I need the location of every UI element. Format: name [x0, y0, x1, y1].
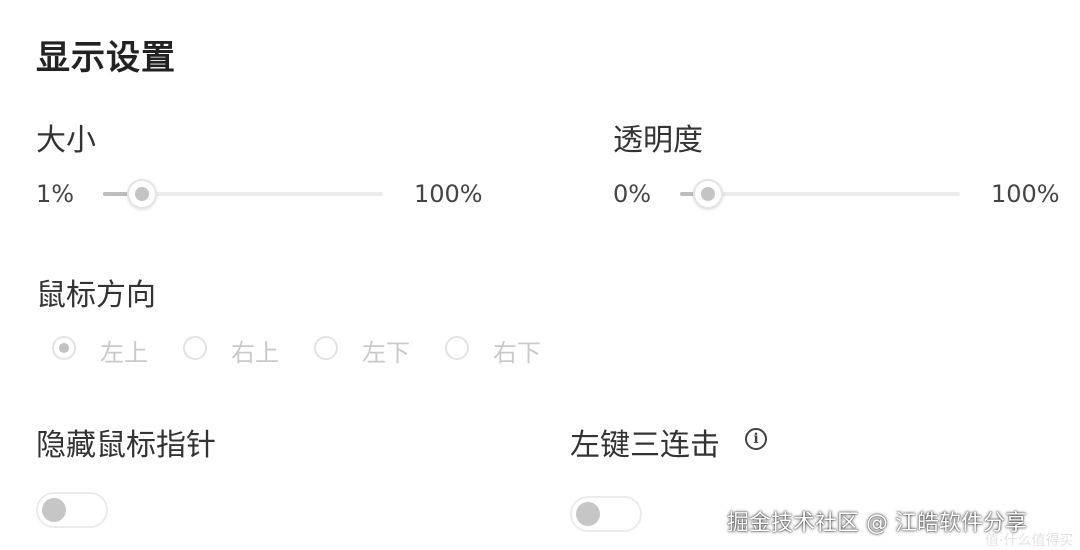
size-min-label: 1% — [36, 180, 75, 208]
opacity-min-label: 0% — [613, 180, 652, 208]
radio-bottom-left[interactable] — [314, 336, 338, 360]
radio-top-left[interactable] — [52, 336, 76, 360]
watermark-subtext: 值·什么值得买 — [985, 533, 1074, 549]
radio-label-bottom-left[interactable]: 左下 — [362, 333, 410, 368]
hide-cursor-switch-knob — [42, 498, 66, 522]
radio-label-top-left[interactable]: 左上 — [100, 333, 148, 368]
triple-click-switch-knob — [576, 502, 600, 526]
hide-cursor-switch[interactable] — [36, 492, 108, 528]
opacity-slider-thumb[interactable] — [693, 179, 723, 209]
size-label: 大小 — [36, 123, 96, 158]
triple-click-switch[interactable] — [570, 496, 642, 532]
size-slider-thumb[interactable] — [127, 179, 158, 209]
cursor-direction-label: 鼠标方向 — [36, 278, 156, 313]
opacity-max-label: 100% — [991, 180, 1060, 208]
radio-bottom-right[interactable] — [445, 336, 469, 360]
info-icon[interactable]: i — [745, 428, 767, 450]
size-max-label: 100% — [414, 180, 483, 208]
watermark-text: 掘金技术社区 @ 江皓软件分享 — [727, 511, 1027, 536]
radio-label-top-right[interactable]: 右上 — [231, 333, 279, 368]
radio-label-bottom-right[interactable]: 右下 — [493, 333, 541, 368]
triple-click-label: 左键三连击 — [570, 428, 720, 463]
hide-cursor-label: 隐藏鼠标指针 — [36, 428, 216, 463]
page-title: 显示设置 — [36, 38, 176, 78]
radio-top-right[interactable] — [183, 336, 207, 360]
opacity-label: 透明度 — [613, 123, 703, 158]
